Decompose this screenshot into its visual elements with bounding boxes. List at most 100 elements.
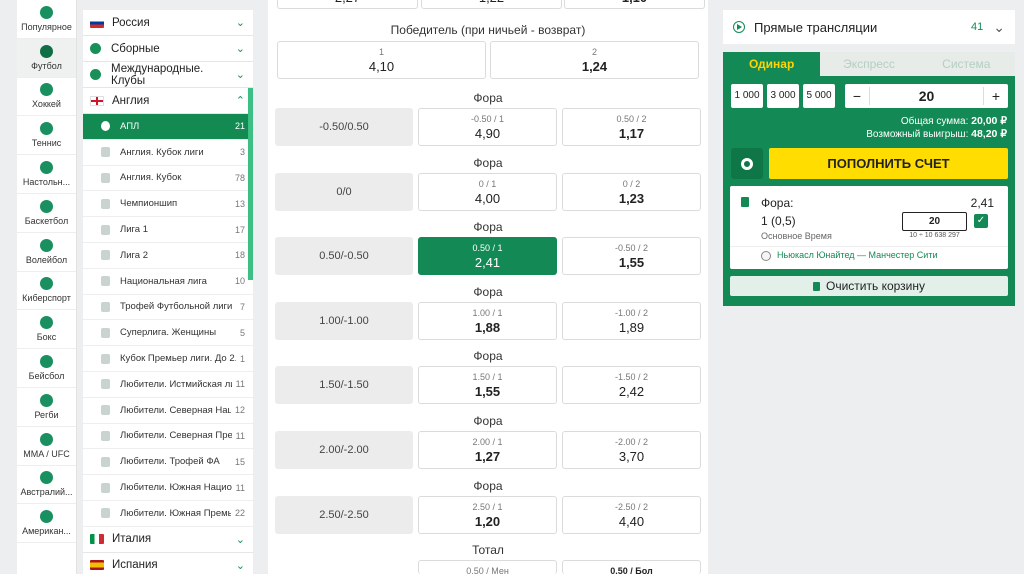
odds-button[interactable]: 0 / 2 1,23 bbox=[562, 172, 701, 211]
league-count: 5 bbox=[239, 327, 245, 338]
quick-stake-1000-button[interactable]: 1 000 bbox=[731, 84, 763, 108]
league-item[interactable]: Чемпионшип 13 bbox=[83, 191, 253, 218]
league-scrollbar[interactable] bbox=[248, 88, 253, 280]
odds-button[interactable]: 2 1,24 bbox=[490, 41, 699, 79]
league-item[interactable]: АПЛ 21 bbox=[83, 114, 253, 140]
soccer-ball-icon bbox=[761, 251, 771, 261]
odds-button[interactable]: -0.50 / 2 1,55 bbox=[562, 237, 701, 276]
league-name: Трофей Футбольной лиги bbox=[120, 301, 233, 313]
league-item[interactable]: Кубок Премьер лиги. До 2... 1 bbox=[83, 346, 253, 372]
sport-item[interactable]: Бейсбол bbox=[17, 349, 76, 388]
trash-icon[interactable] bbox=[741, 197, 749, 207]
league-item[interactable]: Любители. Южная Национ...11 bbox=[83, 475, 253, 501]
table-tennis-icon bbox=[40, 161, 53, 175]
clear-basket-button[interactable]: Очистить корзину bbox=[730, 276, 1008, 296]
odds-value: 4,00 bbox=[474, 190, 501, 206]
tab-express[interactable]: Экспресс bbox=[820, 52, 918, 76]
bet-stake-input[interactable]: 20 bbox=[902, 212, 967, 231]
odds-value: 1,23 bbox=[618, 190, 645, 206]
league-item[interactable]: Суперлига. Женщины 5 bbox=[83, 320, 253, 347]
quick-stake-5000-button[interactable]: 5 000 bbox=[803, 84, 835, 108]
sport-item[interactable]: Австралий... bbox=[17, 466, 76, 505]
odds-button[interactable]: 1.00 / 1 1,88 bbox=[418, 301, 557, 340]
odds-value: 1,27 bbox=[474, 449, 501, 464]
sport-item[interactable]: Баскетбол bbox=[17, 194, 76, 233]
country-england[interactable]: Англия ⌃ bbox=[83, 88, 253, 114]
bet-match-teams[interactable]: Ньюкасл Юнайтед — Манчестер Сити bbox=[777, 250, 937, 260]
odds-button[interactable]: 2.50 / 1 1,20 bbox=[418, 495, 557, 534]
odds-button[interactable]: -2.50 / 2 4,40 bbox=[562, 495, 701, 534]
sport-item[interactable]: Футбол bbox=[17, 38, 76, 78]
odds-value: 2,42 bbox=[618, 384, 645, 400]
settings-button[interactable] bbox=[731, 148, 763, 179]
sport-item[interactable]: Бокс bbox=[17, 310, 76, 350]
decrease-stake-button[interactable]: − bbox=[845, 88, 869, 104]
odds-button[interactable]: -0.50 / 1 4,90 bbox=[418, 108, 557, 146]
sport-label: Теннис bbox=[31, 138, 62, 149]
stake-stepper: − 20 + bbox=[845, 84, 1008, 108]
league-count: 17 bbox=[234, 224, 245, 235]
odds-button[interactable]: 1,22 bbox=[421, 0, 562, 9]
country-italy[interactable]: Италия ⌄ bbox=[83, 527, 253, 553]
sport-item[interactable]: Настольн... bbox=[17, 155, 76, 194]
american-football-icon bbox=[40, 510, 53, 524]
league-item[interactable]: Трофей Футбольной лиги 7 bbox=[83, 295, 253, 321]
sport-item[interactable]: Регби bbox=[17, 388, 76, 427]
league-logo-icon bbox=[101, 327, 110, 338]
country-russia[interactable]: Россия ⌄ bbox=[83, 10, 253, 36]
odds-button[interactable]: 0.50 / Бол bbox=[562, 560, 701, 574]
live-streams-header[interactable]: Прямые трансляции 41 ⌄ bbox=[723, 10, 1015, 44]
sport-label: Популярное bbox=[21, 21, 72, 32]
deposit-button[interactable]: ПОПОЛНИТЬ СЧЕТ bbox=[769, 148, 1008, 179]
odds-button[interactable]: 1.50 / 1 1,55 bbox=[418, 366, 557, 405]
sport-item[interactable]: MMA / UFC bbox=[17, 427, 76, 466]
bet-stake-range: 10 ÷ 10 638 297 bbox=[909, 232, 960, 239]
league-item[interactable]: Англия. Кубок 78 bbox=[83, 166, 253, 192]
sport-item[interactable]: Американ... bbox=[17, 504, 76, 544]
league-item[interactable]: Любители. Южная Премье...22 bbox=[83, 501, 253, 527]
increase-stake-button[interactable]: + bbox=[984, 88, 1008, 104]
league-item[interactable]: Национальная лига 10 bbox=[83, 269, 253, 295]
markets-panel: 2,27 1,22 1,10 Победитель (при ничьей - воз… bbox=[268, 0, 708, 574]
stake-input[interactable]: 20 bbox=[870, 88, 983, 104]
league-item[interactable]: Лига 1 17 bbox=[83, 217, 253, 243]
odds-button[interactable]: 0.50 / 1 2,41 bbox=[418, 237, 557, 276]
confirm-checkbox[interactable]: ✓ bbox=[974, 214, 988, 228]
sport-item[interactable]: Киберспорт bbox=[17, 272, 76, 311]
sport-item[interactable]: Волейбол bbox=[17, 233, 76, 272]
sport-item[interactable]: Теннис bbox=[17, 116, 76, 156]
odds-button[interactable]: 0.50 / 2 1,17 bbox=[562, 108, 701, 146]
odds-button[interactable]: 2,27 bbox=[277, 0, 418, 9]
country-intl-clubs[interactable]: Международные. Клубы ⌄ bbox=[83, 62, 253, 88]
league-item[interactable]: Лига 2 18 bbox=[83, 243, 253, 269]
chevron-up-icon: ⌃ bbox=[235, 95, 245, 107]
league-item[interactable]: Любители. Истмийская лига11 bbox=[83, 372, 253, 398]
country-national-teams[interactable]: Сборные ⌄ bbox=[83, 36, 253, 62]
league-count: 1 bbox=[239, 353, 245, 364]
odds-button[interactable]: 1,10 bbox=[564, 0, 705, 9]
league-logo-icon bbox=[101, 456, 110, 467]
odds-button[interactable]: 2.00 / 1 1,27 bbox=[418, 431, 557, 469]
odds-button[interactable]: -2.00 / 2 3,70 bbox=[562, 431, 701, 469]
league-item[interactable]: Любители. Трофей ФА 15 bbox=[83, 449, 253, 476]
league-item[interactable]: Любители. Северная Наци...12 bbox=[83, 398, 253, 424]
league-name: Чемпионшип bbox=[120, 198, 178, 210]
country-spain[interactable]: Испания ⌄ bbox=[83, 553, 253, 574]
odds-button[interactable]: 0.50 / Мен bbox=[418, 560, 557, 574]
quick-stake-3000-button[interactable]: 3 000 bbox=[767, 84, 799, 108]
league-name: Лига 2 bbox=[120, 249, 149, 261]
league-item[interactable]: Англия. Кубок лиги 3 bbox=[83, 140, 253, 166]
odds-button[interactable]: 0 / 1 4,00 bbox=[418, 172, 557, 211]
odds-button[interactable]: -1.50 / 2 2,42 bbox=[562, 366, 701, 405]
league-item[interactable]: Любители. Северная Пре... 11 bbox=[83, 424, 253, 450]
sport-item[interactable]: Хоккей bbox=[17, 78, 76, 117]
bet-divider bbox=[730, 246, 1008, 247]
slip-totals: Общая сумма: 20,00 ₽ Возможный выигрыш: … bbox=[866, 115, 1007, 141]
odds-label: 2.00 / 1 bbox=[472, 437, 503, 447]
tab-single[interactable]: Одинар bbox=[723, 52, 821, 76]
league-logo-icon bbox=[101, 482, 110, 493]
odds-button[interactable]: 1 4,10 bbox=[277, 41, 486, 79]
sport-item[interactable]: Популярное bbox=[17, 0, 76, 39]
odds-button[interactable]: -1.00 / 2 1,89 bbox=[562, 301, 701, 340]
tab-system[interactable]: Система bbox=[917, 52, 1015, 76]
